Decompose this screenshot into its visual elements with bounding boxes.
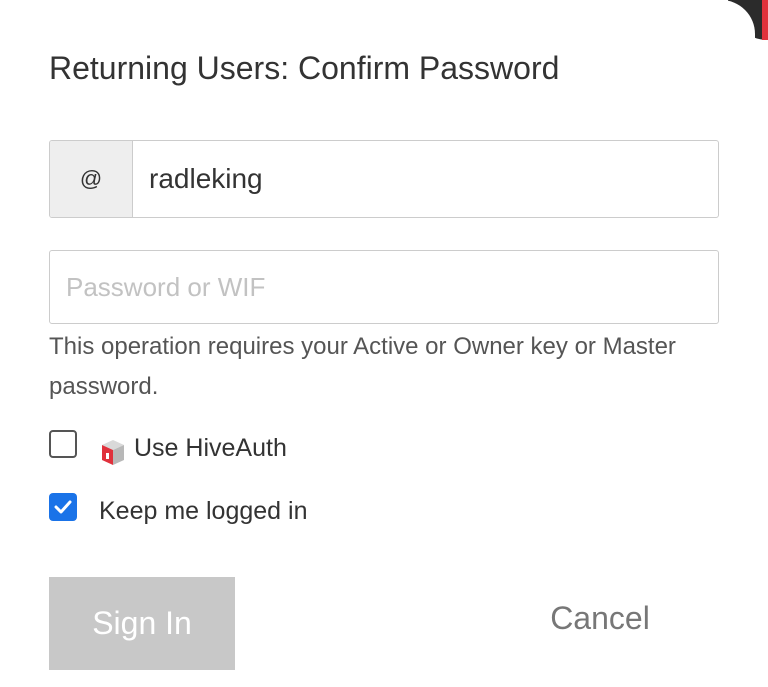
username-field[interactable]: radleking (133, 141, 718, 217)
hiveauth-logo-icon (102, 440, 124, 465)
login-dialog: Returning Users: Confirm Password @ radl… (0, 0, 755, 687)
at-prefix: @ (50, 141, 133, 217)
keep-logged-in-checkbox[interactable] (49, 493, 77, 521)
dialog-title: Returning Users: Confirm Password (49, 50, 560, 86)
keep-logged-in-label: Keep me logged in (99, 497, 308, 525)
hiveauth-label: Use HiveAuth (134, 434, 287, 462)
password-input[interactable]: Password or WIF (49, 250, 719, 324)
username-input-group: @ radleking (49, 140, 719, 218)
hiveauth-checkbox[interactable] (49, 430, 77, 458)
cancel-button[interactable]: Cancel (530, 600, 670, 637)
sign-in-button[interactable]: Sign In (49, 577, 235, 670)
help-text: This operation requires your Active or O… (49, 333, 676, 400)
checkmark-icon (54, 500, 72, 514)
